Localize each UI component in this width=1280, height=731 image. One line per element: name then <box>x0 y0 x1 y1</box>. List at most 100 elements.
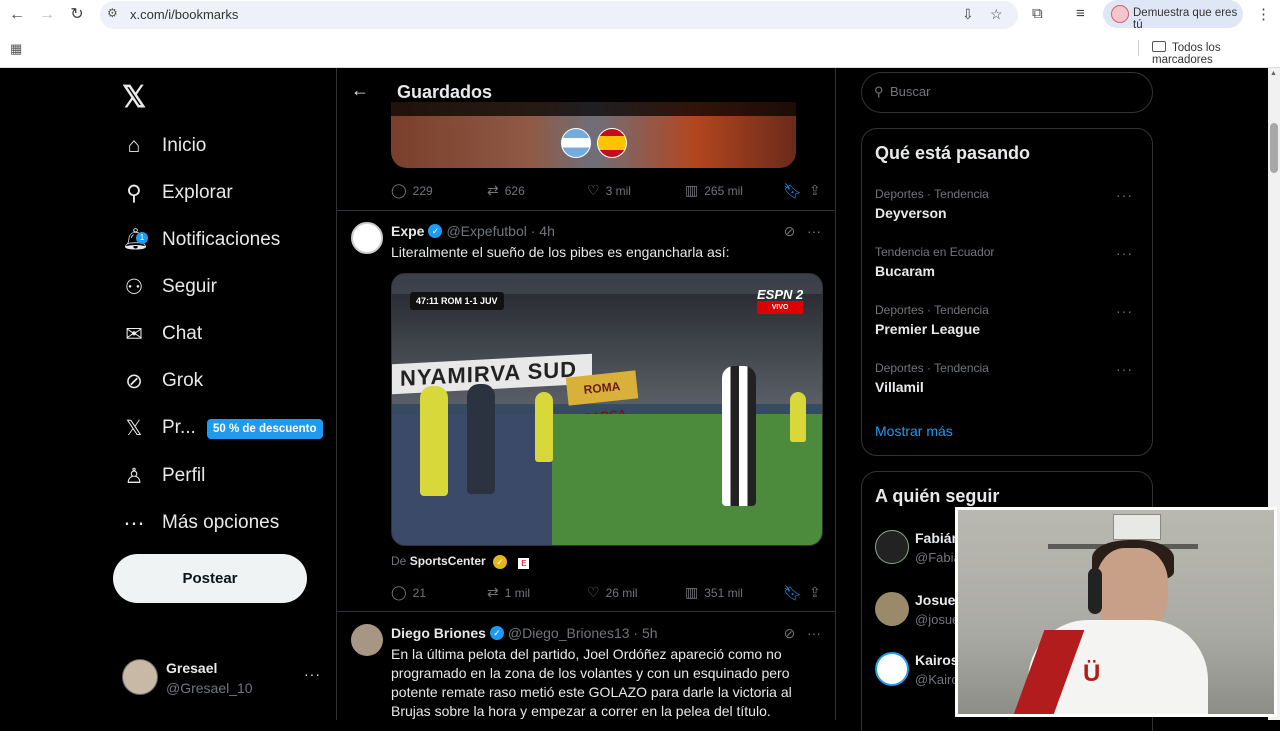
tweet-divider <box>337 210 835 211</box>
trend-more-icon[interactable]: ··· <box>1116 361 1133 377</box>
nav-home-label: Inicio <box>162 135 207 156</box>
share-button[interactable]: ⇪ <box>809 182 827 199</box>
views-icon: ▥ <box>685 584 699 600</box>
views-icon: ▥ <box>685 182 699 198</box>
bookmark-star-icon[interactable]: ☆ <box>990 6 1003 23</box>
extensions-icon[interactable]: ⧉ <box>1032 5 1043 22</box>
official-figure <box>467 384 495 494</box>
search-icon: ⚲ <box>126 181 142 205</box>
search-input[interactable] <box>890 84 1130 99</box>
nav-explore[interactable]: ⚲ Explorar <box>122 173 232 213</box>
nav-follow-label: Seguir <box>162 276 217 297</box>
trend-name: Bucaram <box>875 263 935 279</box>
nav-home[interactable]: ⌂ Inicio <box>122 126 207 166</box>
repost-count: 626 <box>504 183 525 198</box>
nav-premium-label: Pr... <box>162 417 196 438</box>
tweet-author-name[interactable]: Diego Briones <box>391 625 486 641</box>
repost-count: 1 mil <box>504 585 531 600</box>
trend-meta: Deportes · Tendencia <box>875 303 989 317</box>
tweet-handle-time[interactable]: @Diego_Briones13 · 5h <box>508 625 658 641</box>
trend-item[interactable]: Deportes · Tendencia Premier League ··· <box>875 303 1141 349</box>
repost-button[interactable]: ⇄ 1 mil <box>487 584 530 601</box>
reply-button[interactable]: ◯ 21 <box>391 584 426 601</box>
premium-discount-badge[interactable]: 50 % de descuento <box>207 419 323 439</box>
show-more-link[interactable]: Mostrar más <box>875 423 953 439</box>
trending-card: Qué está pasando Deportes · Tendencia De… <box>861 128 1153 456</box>
grok-explain-icon[interactable]: ⊘ <box>784 223 796 239</box>
reply-button[interactable]: ◯ 229 <box>391 182 433 199</box>
bookmark-button[interactable]: 🔖︎ <box>783 182 802 200</box>
like-button[interactable]: ♡ 26 mil <box>587 584 638 601</box>
account-handle: @Gresael_10 <box>166 680 253 696</box>
trend-more-icon[interactable]: ··· <box>1116 245 1133 261</box>
scroll-up-arrow-icon[interactable]: ▲ <box>1270 70 1277 77</box>
nav-premium[interactable]: 𝕏 Pr... <box>122 408 196 448</box>
account-name[interactable]: Gresael <box>166 660 217 676</box>
trend-more-icon[interactable]: ··· <box>1116 187 1133 203</box>
spain-flag-icon <box>597 128 627 158</box>
bookmark-button[interactable]: 🔖︎ <box>783 584 802 602</box>
address-bar[interactable]: ⚙ x.com/i/bookmarks ⇩ ☆ <box>100 1 1018 29</box>
video-scorebug: 47:11 ROM 1-1 JUV <box>410 292 504 310</box>
nav-more[interactable]: ⋯ Más opciones <box>122 503 280 543</box>
nav-notifications[interactable]: 🔔︎1 Notificaciones <box>122 220 280 260</box>
source-name: SportsCenter <box>409 554 486 568</box>
profile-button[interactable]: Demuestra que eres tú <box>1103 0 1243 31</box>
trend-item[interactable]: Tendencia en Ecuador Bucaram ··· <box>875 245 1141 291</box>
search-icon: ⚲ <box>874 84 884 99</box>
repost-icon: ⇄ <box>487 584 499 600</box>
repost-button[interactable]: ⇄ 626 <box>487 182 525 199</box>
back-arrow-icon[interactable]: ← <box>351 80 369 101</box>
follow-name: Kairos <box>915 652 959 668</box>
tweet-header-icons: ⊘ ··· <box>784 223 821 240</box>
account-more-icon[interactable]: ··· <box>304 666 321 682</box>
all-bookmarks-button[interactable]: Todos los marcadores <box>1152 41 1280 66</box>
player-figure <box>722 366 756 506</box>
install-app-icon[interactable]: ⇩ <box>962 6 974 23</box>
tweet-text: En la última pelota del partido, Joel Or… <box>391 646 792 719</box>
trend-item[interactable]: Deportes · Tendencia Deyverson ··· <box>875 187 1141 233</box>
tweet-author-avatar[interactable] <box>351 222 383 254</box>
tweet-more-icon[interactable]: ··· <box>807 625 821 641</box>
tweet-more-icon[interactable]: ··· <box>807 223 821 239</box>
webcam-chessboard <box>1113 514 1161 540</box>
tweet-video[interactable]: NYAMIRVA SUD ROMA BARCA 47:11 ROM 1-1 JU… <box>391 273 823 546</box>
tweet-handle-time[interactable]: @Expefutbol · 4h <box>446 223 554 239</box>
forward-arrow-icon[interactable]: → <box>36 4 58 26</box>
x-logo-icon[interactable]: 𝕏 <box>122 80 146 115</box>
back-arrow-icon[interactable]: ← <box>6 4 28 26</box>
apps-grid-icon[interactable]: ▦ <box>10 41 22 57</box>
views-count: 351 mil <box>704 585 743 600</box>
nav-grok[interactable]: ⊘ Grok <box>122 361 203 401</box>
site-settings-icon[interactable]: ⚙ <box>107 6 118 20</box>
share-button[interactable]: ⇪ <box>809 584 827 601</box>
tweet-author-avatar[interactable] <box>351 624 383 656</box>
kebab-menu-icon[interactable]: ⋮ <box>1256 5 1271 23</box>
views-button[interactable]: ▥ 351 mil <box>685 584 743 601</box>
tweet-author-name[interactable]: Expe <box>391 223 424 239</box>
reply-icon: ◯ <box>391 584 407 600</box>
grok-explain-icon[interactable]: ⊘ <box>784 625 796 641</box>
search-box[interactable]: ⚲ <box>861 72 1153 113</box>
mail-icon: ✉ <box>125 322 143 346</box>
nav-follow[interactable]: ⚇ Seguir <box>122 267 217 307</box>
video-source[interactable]: De SportsCenter ✓ E <box>391 554 530 569</box>
post-button[interactable]: Postear <box>113 554 307 603</box>
like-button[interactable]: ♡ 3 mil <box>587 182 631 199</box>
tweet-divider <box>337 611 835 612</box>
media-queue-icon[interactable]: ≡ <box>1076 5 1085 22</box>
account-avatar[interactable] <box>122 659 158 695</box>
nav-profile[interactable]: ♙ Perfil <box>122 456 206 496</box>
follow-handle: @Kairo <box>915 672 959 687</box>
steward-figure <box>535 392 553 462</box>
person-icon: ♙ <box>124 464 144 488</box>
trend-item[interactable]: Deportes · Tendencia Villamil ··· <box>875 361 1141 407</box>
reload-icon[interactable]: ↻ <box>66 4 88 26</box>
views-button[interactable]: ▥ 265 mil <box>685 182 743 199</box>
nav-chat[interactable]: ✉ Chat <box>122 314 202 354</box>
reply-count: 21 <box>412 585 427 600</box>
trend-more-icon[interactable]: ··· <box>1116 303 1133 319</box>
scroll-thumb[interactable] <box>1270 123 1278 173</box>
nav-profile-label: Perfil <box>162 465 206 486</box>
share-icon: ⇪ <box>809 182 821 198</box>
